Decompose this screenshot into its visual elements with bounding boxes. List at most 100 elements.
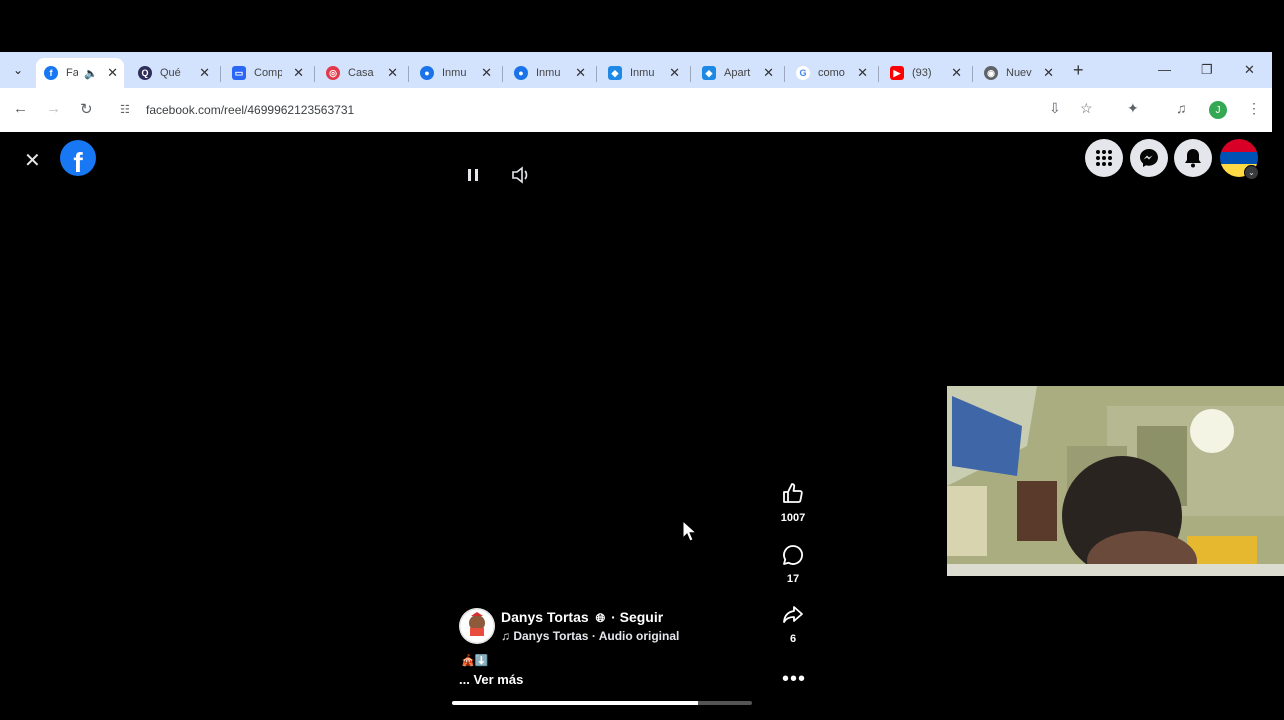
- notifications-button[interactable]: [1174, 139, 1212, 177]
- tab-facebook[interactable]: f Fa 🔈 ✕: [36, 58, 124, 88]
- map-icon: ◆: [608, 66, 622, 80]
- speaker-icon[interactable]: 🔈: [84, 67, 98, 80]
- close-tab-icon[interactable]: ✕: [107, 65, 118, 81]
- facebook-logo[interactable]: f: [60, 140, 96, 176]
- share-icon: [783, 606, 803, 623]
- bookmark-star-icon[interactable]: ☆: [1080, 100, 1093, 117]
- youtube-icon: ▶: [890, 66, 904, 80]
- thumbs-up-icon: [783, 483, 803, 503]
- audio-info[interactable]: Danys Tortas · Audio original: [513, 629, 679, 643]
- mouse-cursor-icon: [682, 520, 696, 542]
- url-text[interactable]: facebook.com/reel/4699962123563731: [146, 103, 354, 117]
- like-button[interactable]: 1007: [772, 482, 814, 524]
- comment-button[interactable]: 17: [772, 543, 814, 585]
- tab-title: como: [818, 67, 845, 79]
- menu-kebab-icon[interactable]: ⋮: [1247, 100, 1261, 117]
- bell-icon: [1185, 149, 1201, 168]
- tab-title: Comp: [254, 67, 282, 79]
- window-close-icon[interactable]: ✕: [1244, 62, 1255, 78]
- see-more-link[interactable]: ... Ver más: [459, 672, 523, 687]
- card-icon: ▭: [232, 66, 246, 80]
- menu-grid-button[interactable]: [1085, 139, 1123, 177]
- profile-avatar[interactable]: J: [1209, 101, 1227, 119]
- pause-icon: [468, 169, 478, 181]
- like-count: 1007: [780, 512, 806, 524]
- comment-count: 17: [786, 573, 800, 585]
- pin-icon: ●: [420, 66, 434, 80]
- author-name[interactable]: Danys Tortas: [501, 609, 589, 625]
- close-tab-icon[interactable]: ✕: [763, 65, 774, 81]
- close-tab-icon[interactable]: ✕: [293, 65, 304, 81]
- browser-toolbar: ← → ↻ ☷ facebook.com/reel/46999621235637…: [0, 88, 1272, 132]
- reload-icon[interactable]: ↻: [80, 100, 93, 118]
- tab-item[interactable]: ● Inmu ✕: [506, 58, 592, 88]
- globe-icon: 🌐︎: [595, 611, 606, 625]
- share-button[interactable]: 6: [772, 603, 814, 645]
- close-tab-icon[interactable]: ✕: [857, 65, 868, 81]
- new-tab-button[interactable]: +: [1073, 60, 1084, 81]
- tab-item[interactable]: ● Inmu ✕: [412, 58, 498, 88]
- share-count: 6: [789, 633, 797, 645]
- close-tab-icon[interactable]: ✕: [1043, 65, 1054, 81]
- map-icon: ◆: [702, 66, 716, 80]
- pause-button[interactable]: [455, 160, 491, 190]
- restore-icon[interactable]: ❐: [1201, 62, 1213, 78]
- facebook-icon: f: [44, 66, 58, 80]
- webcam-overlay: [947, 386, 1284, 576]
- install-app-icon[interactable]: ⇩: [1049, 100, 1061, 117]
- tab-item[interactable]: G como ✕: [788, 58, 874, 88]
- more-options-icon[interactable]: •••: [782, 668, 806, 691]
- tab-search-icon[interactable]: ⌄: [8, 60, 28, 80]
- google-icon: G: [796, 66, 810, 80]
- progress-fill: [452, 701, 698, 705]
- tab-title: Casa: [348, 67, 374, 79]
- tab-title: Nuev: [1006, 67, 1032, 79]
- caption-emojis: 🎪⬇️: [461, 655, 489, 667]
- tab-item[interactable]: ◉ Nuev ✕: [976, 58, 1060, 88]
- tab-item[interactable]: ▭ Comp ✕: [224, 58, 310, 88]
- grid-icon: [1096, 150, 1112, 166]
- author-avatar[interactable]: [459, 608, 495, 644]
- pin-icon: ●: [514, 66, 528, 80]
- close-tab-icon[interactable]: ✕: [481, 65, 492, 81]
- chrome-icon: ◉: [984, 66, 998, 80]
- site-info-icon[interactable]: ☷: [120, 103, 134, 117]
- address-bar[interactable]: ☷ facebook.com/reel/4699962123563731: [112, 94, 1116, 126]
- browser-tab-strip: ⌄ f Fa 🔈 ✕ Q Qué ✕ ▭ Comp ✕ ◎ Casa ✕ ● I…: [0, 52, 1272, 88]
- tab-item[interactable]: ◆ Inmu ✕: [600, 58, 686, 88]
- close-tab-icon[interactable]: ✕: [951, 65, 962, 81]
- target-icon: ◎: [326, 66, 340, 80]
- video-progress-bar[interactable]: [452, 701, 752, 705]
- forward-icon[interactable]: →: [46, 100, 61, 117]
- extensions-icon[interactable]: ✦: [1127, 100, 1139, 117]
- tab-title: Apart: [724, 67, 751, 79]
- minimize-icon[interactable]: —: [1158, 62, 1171, 77]
- back-icon[interactable]: ←: [13, 100, 28, 117]
- volume-button[interactable]: [503, 160, 539, 190]
- volume-icon: [512, 166, 528, 184]
- comment-icon: [783, 545, 803, 565]
- music-note-icon: ♫: [501, 629, 510, 643]
- close-tab-icon[interactable]: ✕: [669, 65, 680, 81]
- close-tab-icon[interactable]: ✕: [387, 65, 398, 81]
- messenger-button[interactable]: [1130, 139, 1168, 177]
- close-tab-icon[interactable]: ✕: [199, 65, 210, 81]
- q-icon: Q: [138, 66, 152, 80]
- tab-title: Inmu: [630, 67, 655, 79]
- chevron-down-icon[interactable]: ⌄: [1244, 165, 1259, 180]
- tab-item[interactable]: Q Qué ✕: [130, 58, 216, 88]
- messenger-icon: [1140, 149, 1158, 167]
- cake-logo-icon: [459, 608, 495, 644]
- close-tab-icon[interactable]: ✕: [575, 65, 586, 81]
- tab-title: (93): [912, 67, 932, 79]
- tab-item[interactable]: ◎ Casa ✕: [318, 58, 404, 88]
- tab-title: Fa: [66, 67, 78, 79]
- media-control-icon[interactable]: ♫: [1176, 100, 1187, 116]
- close-reel-icon[interactable]: ✕: [24, 148, 41, 173]
- tab-item[interactable]: ◆ Apart ✕: [694, 58, 780, 88]
- webcam-image: [947, 386, 1284, 576]
- tab-item[interactable]: ▶ (93) ✕: [882, 58, 968, 88]
- follow-button[interactable]: · Seguir: [611, 609, 663, 625]
- tab-title: Inmu: [536, 67, 561, 79]
- tab-title: Qué: [160, 67, 181, 79]
